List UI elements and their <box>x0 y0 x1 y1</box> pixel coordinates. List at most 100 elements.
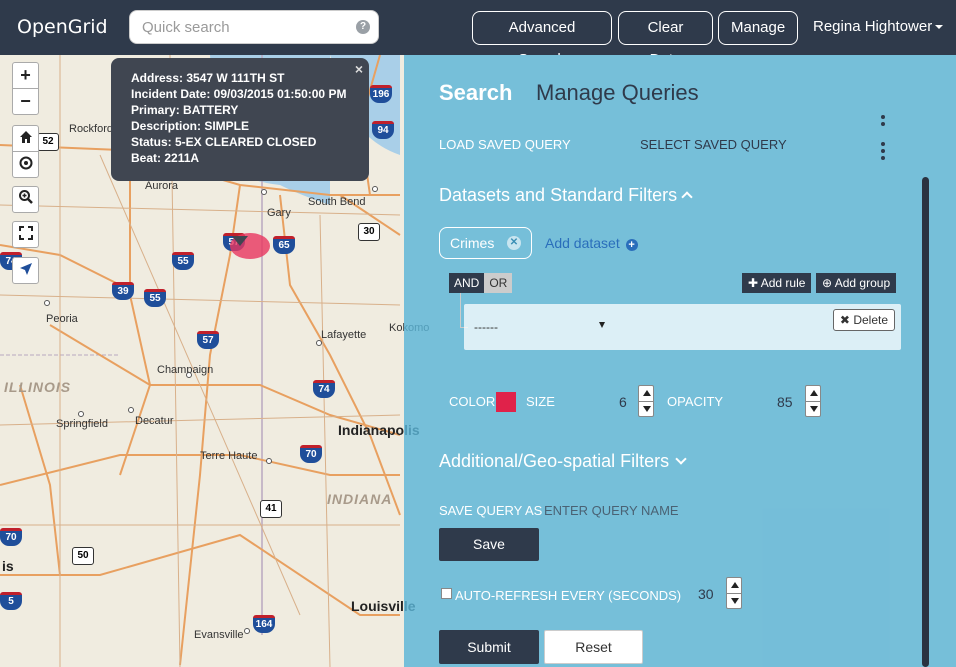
manage-button[interactable]: Manage <box>718 11 798 45</box>
size-value[interactable]: 6 <box>619 394 627 410</box>
navigate-button[interactable] <box>12 257 39 284</box>
geo-section-toggle[interactable]: Additional/Geo-spatial Filters <box>439 451 687 472</box>
city-dot <box>261 189 267 195</box>
chevron-up-icon <box>681 191 693 203</box>
tab-search[interactable]: Search <box>439 80 512 106</box>
city-label: Aurora <box>145 180 179 192</box>
plus-circle-icon: + <box>625 239 638 251</box>
query-panel: Search Manage Queries LOAD SAVED QUERY S… <box>404 55 956 667</box>
opacity-stepper[interactable] <box>805 385 821 417</box>
home-button[interactable] <box>12 125 39 152</box>
plus-icon: ✚ <box>748 276 759 290</box>
query-name-input[interactable] <box>544 499 794 521</box>
interstate-shield: 55 <box>172 252 194 270</box>
remove-dataset-icon[interactable]: ✕ <box>507 236 521 250</box>
city-dot <box>244 628 250 634</box>
load-saved-query-label: LOAD SAVED QUERY <box>439 137 571 152</box>
add-rule-button[interactable]: ✚ Add rule <box>742 273 812 293</box>
interstate-shield: 57 <box>197 331 219 349</box>
interstate-shield: 70 <box>0 528 22 546</box>
plus-circle-icon: ⊕ <box>822 276 833 290</box>
datasets-section-toggle[interactable]: Datasets and Standard Filters <box>439 185 693 206</box>
interstate-shield: 164 <box>253 615 275 633</box>
size-stepper[interactable] <box>638 385 654 417</box>
quick-search-input[interactable] <box>130 11 345 43</box>
clear-data-button[interactable]: Clear Data <box>618 11 713 68</box>
add-dataset-link[interactable]: Add dataset + <box>545 235 638 251</box>
delete-rule-button[interactable]: ✖ Delete <box>832 309 895 331</box>
or-button[interactable]: OR <box>484 273 513 293</box>
city-label: Terre Haute <box>200 450 258 462</box>
rule-field-select[interactable]: ------ <box>474 320 614 334</box>
interstate-shield: 94 <box>372 121 394 139</box>
popup-incident-date: Incident Date: 09/03/2015 01:50:00 PM <box>131 87 347 101</box>
state-label: ILLINOIS <box>4 379 72 395</box>
popup-beat: Beat: 2211A <box>131 151 200 165</box>
popup-address: Address: 3547 W 111TH ST <box>131 71 285 85</box>
add-group-button[interactable]: ⊕ Add group <box>816 273 897 293</box>
rule-tree-line <box>460 293 462 328</box>
and-or-toggle: AND OR <box>449 273 513 293</box>
popup-tail <box>232 236 248 246</box>
target-icon <box>19 156 32 170</box>
interstate-shield: 65 <box>273 236 295 254</box>
saved-query-select[interactable]: SELECT SAVED QUERY <box>640 137 787 152</box>
advanced-search-button[interactable]: Advanced Search <box>472 11 612 68</box>
opacity-label: OPACITY <box>667 394 724 409</box>
interstate-shield: 55 <box>144 289 166 307</box>
panel-scrollbar[interactable] <box>922 177 929 667</box>
city-label: Decatur <box>135 415 174 427</box>
interstate-shield: 70 <box>300 445 322 463</box>
user-name: Regina Hightower <box>813 18 933 35</box>
save-query-as-label: SAVE QUERY AS <box>439 503 543 518</box>
city-label: Springfield <box>56 418 108 430</box>
more-options-icon[interactable] <box>881 142 885 163</box>
color-label: COLOR <box>449 394 496 409</box>
city-dot <box>316 340 322 346</box>
zoom-magnifier-icon <box>18 190 33 204</box>
city-label: South Bend <box>308 196 366 208</box>
auto-refresh-checkbox[interactable] <box>441 588 452 599</box>
city-dot <box>44 300 50 306</box>
zoom-out-button[interactable]: − <box>12 88 39 115</box>
close-icon[interactable]: × <box>355 61 363 77</box>
city-dot <box>128 407 134 413</box>
navigation-arrow-icon <box>19 263 32 275</box>
interstate-shield: 5 <box>0 592 22 610</box>
close-icon: ✖ <box>839 313 850 327</box>
popup-primary: Primary: BATTERY <box>131 103 239 117</box>
opacity-value[interactable]: 85 <box>777 394 793 410</box>
save-button[interactable]: Save <box>439 528 539 561</box>
quick-search-box: ? <box>129 10 379 44</box>
rule-field-value: ------ <box>474 320 498 334</box>
app-brand[interactable]: OpenGrid <box>17 16 108 38</box>
auto-refresh-stepper[interactable] <box>726 577 742 609</box>
add-rule-label: Add rule <box>760 276 806 290</box>
city-dot <box>186 372 192 378</box>
zoom-box-button[interactable] <box>12 186 39 213</box>
dataset-chip-crimes: Crimes ✕ <box>439 227 532 259</box>
city-label: is <box>2 558 14 574</box>
city-dot <box>266 458 272 464</box>
auto-refresh-value[interactable]: 30 <box>698 586 714 602</box>
color-swatch[interactable] <box>496 392 516 412</box>
and-button[interactable]: AND <box>449 273 485 293</box>
zoom-in-button[interactable]: + <box>12 62 39 89</box>
chevron-down-icon <box>675 453 687 465</box>
delete-label: Delete <box>853 313 888 327</box>
dataset-chip-label: Crimes <box>450 235 495 251</box>
datasets-section-title: Datasets and Standard Filters <box>439 185 678 205</box>
city-dot <box>78 411 84 417</box>
help-icon[interactable]: ? <box>356 20 370 34</box>
submit-button[interactable]: Submit <box>439 630 539 664</box>
fullscreen-button[interactable] <box>12 221 39 248</box>
popup-description: Description: SIMPLE <box>131 119 250 133</box>
reset-button[interactable]: Reset <box>544 630 643 664</box>
dropdown-arrow-icon <box>599 322 605 328</box>
user-menu[interactable]: Regina Hightower <box>813 18 944 35</box>
tab-manage-queries[interactable]: Manage Queries <box>536 80 699 106</box>
more-options-icon[interactable] <box>881 115 885 129</box>
city-label: Rockford <box>69 123 114 135</box>
locate-button[interactable] <box>12 151 39 178</box>
add-dataset-label: Add dataset <box>545 235 620 251</box>
